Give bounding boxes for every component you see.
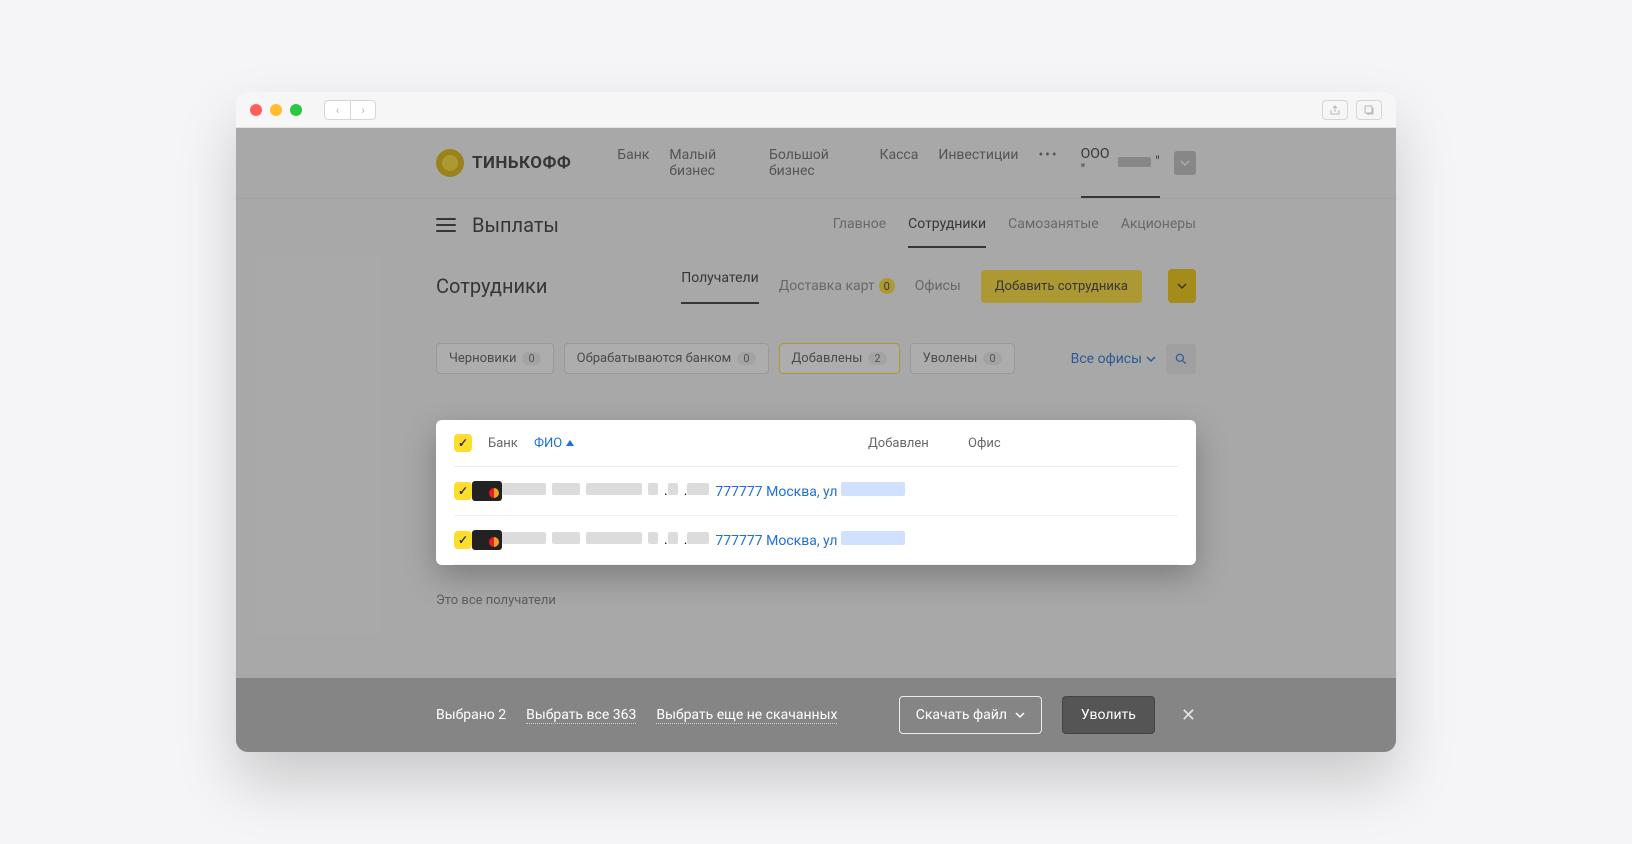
col-bank[interactable]: Банк	[488, 436, 534, 451]
tab-employees[interactable]: Сотрудники	[908, 216, 986, 248]
col-date[interactable]: Добавлен	[868, 436, 968, 451]
share-icon[interactable]	[1322, 100, 1348, 120]
brand-logo-icon	[436, 149, 464, 177]
nav-item[interactable]: Малый бизнес	[669, 147, 749, 179]
nav-forward-button[interactable]: ›	[350, 100, 376, 120]
row-checkbox[interactable]: ✓	[454, 482, 472, 500]
global-nav: Банк Малый бизнес Большой бизнес Касса И…	[617, 147, 1058, 179]
subsection-header: Сотрудники Получатели Доставка карт0 Офи…	[236, 251, 1396, 303]
add-employee-dropdown[interactable]	[1168, 269, 1196, 303]
subtab-delivery[interactable]: Доставка карт0	[779, 278, 895, 295]
tabs-icon[interactable]	[1356, 100, 1382, 120]
nav-more-icon[interactable]: •••	[1038, 147, 1058, 179]
row-checkbox[interactable]: ✓	[454, 531, 472, 549]
brand-name: ТИНЬКОФФ	[472, 153, 571, 173]
table-row[interactable]: ✓ .. 777777 Москва, ул	[454, 467, 1178, 516]
subtab-offices[interactable]: Офисы	[915, 278, 961, 294]
selected-count: Выбрано 2	[436, 707, 506, 723]
employee-name-redacted	[502, 532, 648, 548]
section-title: Выплаты	[472, 213, 559, 237]
close-icon[interactable]: ✕	[1181, 705, 1196, 726]
employee-name-redacted	[502, 483, 648, 499]
browser-window: ‹ › ТИНЬКОФФ Банк Малый бизнес Большой б…	[236, 92, 1396, 752]
card-icon	[472, 530, 502, 550]
add-employee-button[interactable]: Добавить сотрудника	[981, 270, 1142, 303]
end-of-list-label: Это все получатели	[436, 593, 556, 608]
date-redacted: ..	[648, 483, 715, 499]
office-filter-dropdown[interactable]: Все офисы	[1071, 351, 1156, 367]
sort-asc-icon	[566, 440, 574, 446]
col-office[interactable]: Офис	[968, 436, 1178, 451]
nav-item[interactable]: Касса	[879, 147, 918, 179]
selection-action-bar: Выбрано 2 Выбрать все 363 Выбрать еще не…	[236, 678, 1396, 752]
card-icon	[472, 481, 502, 501]
table-row[interactable]: ✓ .. 777777 Москва, ул	[454, 516, 1178, 565]
redacted-text	[841, 482, 905, 496]
window-zoom-icon[interactable]	[290, 104, 302, 116]
filter-added[interactable]: Добавлены2	[779, 343, 900, 374]
download-file-button[interactable]: Скачать файл	[899, 696, 1042, 734]
select-not-downloaded-link[interactable]: Выбрать еще не скачанных	[656, 707, 837, 724]
account-menu-button[interactable]	[1174, 151, 1196, 175]
redacted-text	[841, 531, 905, 545]
tab-selfemployed[interactable]: Самозанятые	[1008, 216, 1099, 234]
table-header-row: ✓ Банк ФИО Добавлен Офис	[454, 420, 1178, 467]
filter-processing[interactable]: Обрабатываются банком0	[564, 343, 769, 374]
global-header: ТИНЬКОФФ Банк Малый бизнес Большой бизне…	[236, 128, 1396, 198]
filter-fired[interactable]: Уволены0	[910, 343, 1015, 374]
fire-button[interactable]: Уволить	[1062, 696, 1155, 734]
tab-main[interactable]: Главное	[833, 216, 886, 234]
tab-shareholders[interactable]: Акционеры	[1121, 216, 1196, 234]
window-minimize-icon[interactable]	[270, 104, 282, 116]
subtab-recipients[interactable]: Получатели	[681, 270, 759, 304]
menu-icon[interactable]	[436, 218, 456, 232]
select-all-checkbox[interactable]: ✓	[454, 434, 472, 452]
section-header: Выплаты Главное Сотрудники Самозанятые А…	[236, 198, 1396, 251]
nav-item[interactable]: Банк	[617, 147, 649, 179]
office-link[interactable]: 777777 Москва, ул	[715, 484, 905, 500]
redacted-text	[1118, 157, 1151, 167]
page-title: Сотрудники	[436, 274, 547, 298]
window-close-icon[interactable]	[250, 104, 262, 116]
date-redacted: ..	[648, 532, 715, 548]
nav-back-button[interactable]: ‹	[324, 100, 350, 120]
window-titlebar: ‹ ›	[236, 92, 1396, 128]
employees-table: ✓ Банк ФИО Добавлен Офис ✓ .. 777777 Мос…	[436, 420, 1196, 565]
filter-bar: Черновики0 Обрабатываются банком0 Добавл…	[236, 303, 1396, 392]
filter-drafts[interactable]: Черновики0	[436, 343, 554, 374]
brand-logo[interactable]: ТИНЬКОФФ	[436, 149, 571, 177]
nav-item[interactable]: Инвестиции	[938, 147, 1018, 179]
search-button[interactable]	[1166, 344, 1196, 374]
col-name-sort[interactable]: ФИО	[534, 436, 868, 451]
office-link[interactable]: 777777 Москва, ул	[715, 533, 905, 549]
account-switcher[interactable]: ООО " "	[1081, 146, 1160, 198]
select-all-link[interactable]: Выбрать все 363	[526, 707, 636, 724]
nav-item[interactable]: Большой бизнес	[769, 147, 859, 179]
